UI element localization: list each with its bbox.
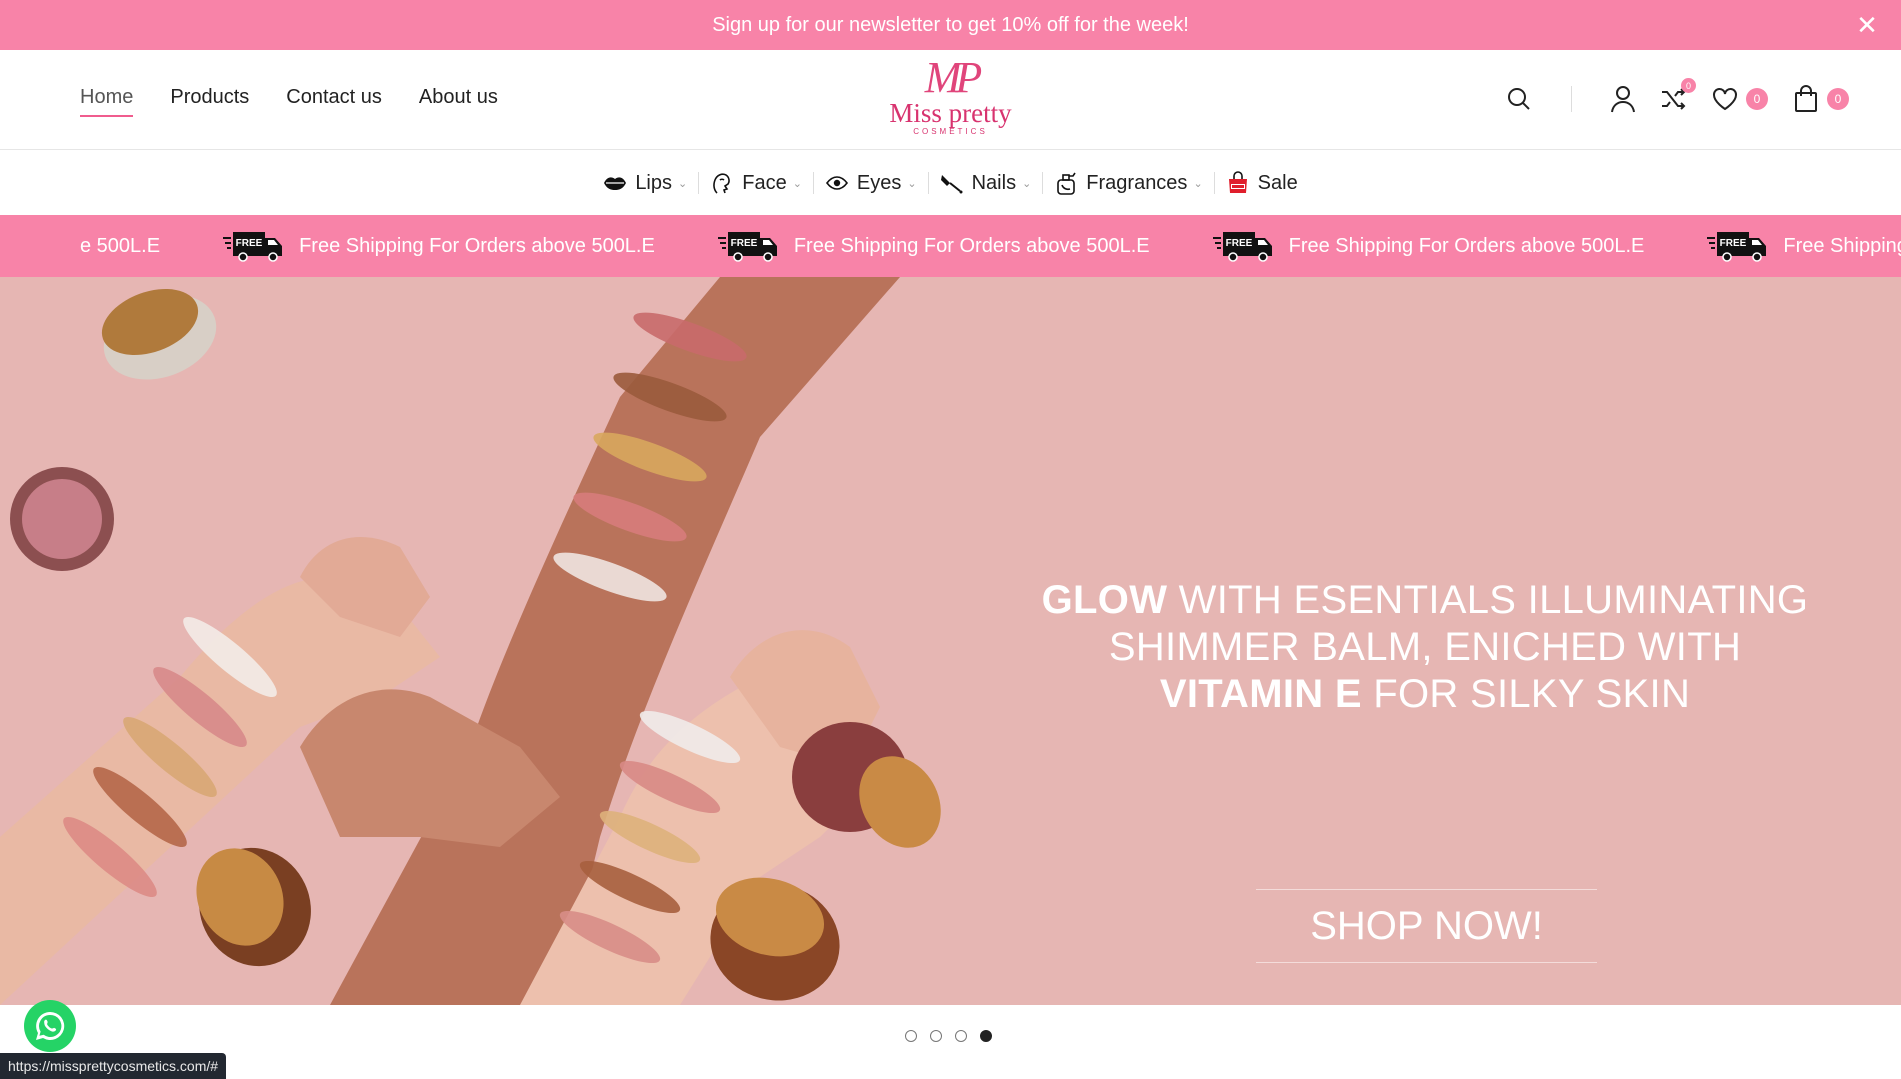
nail-polish-icon [940, 171, 964, 195]
product-jar [101, 289, 217, 380]
hero-headline: GLOW WITH ESENTIALS ILLUMINATING SHIMMER… [1030, 577, 1820, 718]
nav-contact-us[interactable]: Contact us [286, 86, 382, 117]
free-delivery-truck-icon: FREE [223, 232, 283, 262]
headline-text: SHIMMER BALM, ENICHED WITH [1108, 625, 1742, 669]
marquee-item: FREE Free Shipping For Orders above 500L… [1212, 230, 1645, 262]
shipping-marquee: e 500L.E FREE Free Shipping For Orders a… [0, 215, 1901, 277]
category-nails[interactable]: Nails ⌄ [929, 168, 1043, 198]
header-divider [1571, 86, 1572, 112]
nav-about-us[interactable]: About us [419, 86, 498, 117]
category-label: Sale [1257, 171, 1298, 194]
category-label: Fragrances [1086, 171, 1188, 194]
whatsapp-icon [36, 1011, 65, 1040]
nav-products[interactable]: Products [170, 86, 249, 117]
close-icon[interactable]: ✕ [1855, 12, 1879, 38]
site-header: Home Products Contact us About us MP Mis… [0, 50, 1901, 150]
chevron-down-icon: ⌄ [1193, 177, 1203, 190]
marquee-track: e 500L.E FREE Free Shipping For Orders a… [0, 215, 1901, 277]
shop-now-button[interactable]: SHOP NOW! [1256, 889, 1597, 963]
status-bar-url: https://missprettycosmetics.com/# [0, 1053, 227, 1079]
free-delivery-truck-icon: FREE [717, 232, 777, 262]
headline-bold: VITAMIN E [1159, 672, 1362, 716]
marquee-text: Free Shipping For Orders above 500L.E [1288, 234, 1645, 257]
free-delivery-truck-icon: FREE [1707, 232, 1767, 262]
category-eyes[interactable]: Eyes ⌄ [814, 168, 928, 198]
eye-icon [825, 171, 849, 195]
svg-text:FREE: FREE [1720, 238, 1747, 249]
product-jar [792, 722, 941, 848]
sale-bag-icon [1226, 171, 1250, 195]
announcement-bar: Sign up for our newsletter to get 10% of… [0, 0, 1901, 50]
category-label: Eyes [856, 171, 902, 194]
account-icon[interactable] [1608, 84, 1638, 114]
lips-icon [603, 171, 627, 195]
face-icon [710, 171, 734, 195]
hero-product-image [0, 277, 941, 1005]
svg-text:FREE: FREE [731, 238, 758, 249]
header-actions: 0 0 0 [1504, 78, 1849, 114]
marquee-text: Free Shipping For Orders above 500L.E [793, 234, 1150, 257]
product-jar [10, 467, 114, 571]
category-face[interactable]: Face ⌄ [699, 168, 813, 198]
cart-count-badge: 0 [1827, 88, 1849, 110]
compare-icon[interactable]: 0 [1658, 78, 1696, 114]
whatsapp-chat-button[interactable] [24, 1000, 76, 1052]
category-label: Face [742, 171, 787, 194]
marquee-item: FREE Free Shipping [1707, 230, 1901, 262]
logo-mark: MP [924, 53, 983, 102]
main-nav: Home Products Contact us About us [80, 86, 498, 117]
chevron-down-icon: ⌄ [678, 177, 688, 190]
svg-text:FREE: FREE [1225, 238, 1252, 249]
product-jar [196, 847, 311, 967]
chevron-down-icon: ⌄ [792, 177, 802, 190]
chevron-down-icon: ⌄ [1022, 177, 1032, 190]
search-icon[interactable] [1504, 84, 1534, 114]
logo-subtitle: COSMETICS [913, 127, 988, 136]
hero-slide[interactable]: GLOW WITH ESENTIALS ILLUMINATING SHIMMER… [0, 277, 1901, 1005]
wishlist-count-badge: 0 [1746, 88, 1768, 110]
nav-home[interactable]: Home [80, 86, 134, 117]
logo-name: Miss pretty [889, 98, 1012, 128]
svg-text:FREE: FREE [236, 238, 263, 249]
category-sale[interactable]: Sale [1215, 168, 1309, 198]
slider-pagination [905, 1030, 992, 1042]
marquee-text: Free Shipping For Orders above 500L.E [299, 234, 655, 257]
free-delivery-truck-icon: FREE [1212, 232, 1272, 262]
category-label: Nails [971, 171, 1017, 194]
cart-icon[interactable]: 0 [1791, 84, 1849, 114]
chevron-down-icon: ⌄ [907, 177, 917, 190]
marquee-item: FREE Free Shipping For Orders above 500L… [717, 230, 1150, 262]
site-logo[interactable]: MP Miss pretty COSMETICS [878, 56, 1023, 144]
headline-text: WITH ESENTIALS ILLUMINATING [1167, 578, 1809, 622]
headline-text: FOR SILKY SKIN [1361, 672, 1691, 716]
category-label: Lips [635, 171, 673, 194]
wishlist-icon[interactable]: 0 [1710, 84, 1768, 114]
slider-dot-active[interactable] [980, 1030, 992, 1042]
marquee-text: Free Shipping [1783, 234, 1901, 257]
headline-bold: GLOW [1041, 578, 1168, 622]
marquee-partial-text: e 500L.E [80, 234, 161, 257]
slider-dot[interactable] [955, 1030, 967, 1042]
perfume-icon [1054, 171, 1078, 195]
category-fragrances[interactable]: Fragrances ⌄ [1043, 168, 1213, 198]
category-nav: Lips ⌄ Face ⌄ Eyes ⌄ Nails ⌄ Fragrances … [0, 151, 1901, 215]
slider-dot[interactable] [905, 1030, 917, 1042]
compare-count-badge: 0 [1681, 78, 1696, 93]
announcement-text: Sign up for our newsletter to get 10% of… [712, 13, 1189, 36]
marquee-item: FREE Free Shipping For Orders above 500L… [223, 230, 655, 262]
slider-dot[interactable] [930, 1030, 942, 1042]
category-lips[interactable]: Lips ⌄ [592, 168, 698, 198]
